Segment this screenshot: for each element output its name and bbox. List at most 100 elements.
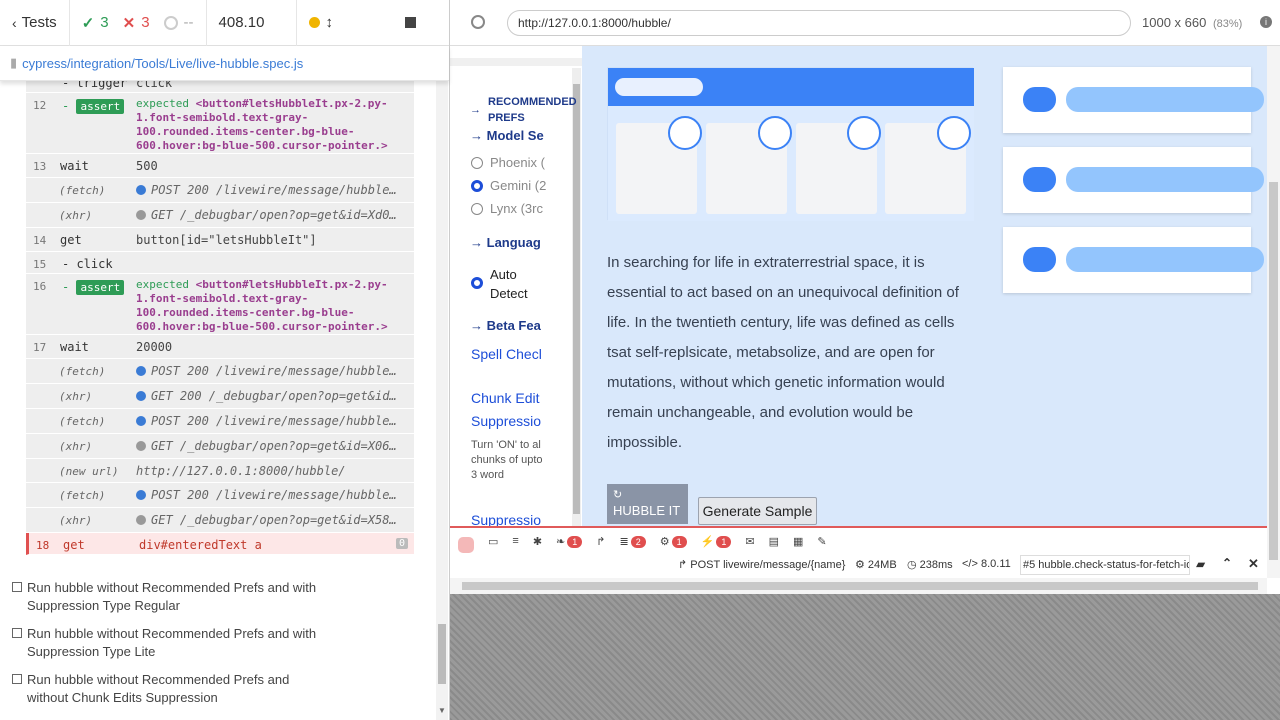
chunk-edit-option[interactable]: Chunk Edit Suppressio <box>471 387 551 433</box>
command-row[interactable]: 15 - click <box>26 252 414 274</box>
tests-button[interactable]: ‹ Tests <box>0 0 70 46</box>
cache-icon[interactable]: ✎ <box>817 535 826 548</box>
command-name: - assert <box>62 99 125 114</box>
command-value: 20000 <box>136 340 173 354</box>
empty-viewport-area <box>450 594 1280 720</box>
command-row[interactable]: 12- assert expected <button#letsHubbleIt.… <box>26 93 414 166</box>
command-row[interactable]: (fetch) POST 200 /livewire/message/hubble… <box>26 178 414 203</box>
command-row[interactable]: (fetch) POST 200 /livewire/message/hubble… <box>26 359 414 384</box>
hubble-it-button[interactable]: ↻ HUBBLE IT <box>607 484 688 524</box>
spec-path-bar[interactable]: ▮ cypress/integration/Tools/Live/live-hu… <box>0 46 449 81</box>
stop-icon[interactable] <box>404 17 416 28</box>
runner-header: ‹ Tests ✓ 3 ✕ 3 -- 408.10 ↕ <box>0 0 449 46</box>
session-icon[interactable]: ▤ <box>769 535 779 548</box>
recommended-prefs-link[interactable]: → RECOMMENDED PREFS <box>470 94 577 126</box>
command-name: (fetch) <box>59 184 106 197</box>
debug-bar: ▭ ≡ ✱ ❧ 1 ↱ ≣ 2 ⚙ 1 ⚡ 1 ✉ ▤ ▦ ✎ ↱ POST livewire/message… <box>450 526 1267 578</box>
app-horizontal-scrollbar[interactable] <box>450 578 1267 594</box>
debug-time: ◷ 238ms <box>907 559 953 571</box>
log-scrollbar[interactable]: ▲ ▼ <box>436 46 448 720</box>
mail-icon[interactable]: ✉ <box>745 535 754 548</box>
log-scroll-thumb[interactable] <box>438 624 446 684</box>
model-option[interactable]: Phoenix ( <box>471 155 545 170</box>
spec-path[interactable]: cypress/integration/Tools/Live/live-hubb… <box>22 56 303 71</box>
command-log-panel: ‹ Tests ✓ 3 ✕ 3 -- 408.10 ↕ ▮ cypress/in… <box>0 0 450 720</box>
command-row[interactable]: 13 wait 500 <box>26 154 414 178</box>
radio-icon <box>471 203 483 215</box>
debugbar-logo-icon[interactable] <box>458 537 474 553</box>
arrow-right-icon: → <box>470 104 481 116</box>
test-item[interactable]: Run hubble without Recommended Prefs and… <box>12 579 332 615</box>
command-row[interactable]: (xhr) GET 200 /_debugbar/open?op=get&id… <box>26 384 414 409</box>
app-vertical-scrollbar[interactable] <box>1267 46 1280 578</box>
debug-request[interactable]: ↱ POST livewire/message/{name} <box>678 558 845 571</box>
chunk-edit-description: Turn 'ON' to al chunks of upto 3 word <box>471 439 543 481</box>
command-name: (xhr) <box>59 440 93 453</box>
close-icon[interactable]: ✕ <box>1248 556 1259 572</box>
command-row[interactable]: 16- assert expected <button#letsHubbleIt.… <box>26 274 414 347</box>
command-value: POST 200 /livewire/message/hubble… <box>136 488 408 502</box>
count-badge: 1 <box>671 535 687 548</box>
model-option[interactable]: Gemini (2 <box>471 178 546 193</box>
views-icon[interactable]: ❧ 1 <box>556 535 583 548</box>
checkbox-icon <box>12 582 22 592</box>
route-icon[interactable]: ↱ <box>596 535 605 548</box>
status-dot-icon <box>136 366 146 376</box>
test-item[interactable]: Run hubble without Recommended Prefs and… <box>12 625 332 661</box>
command-row[interactable]: (fetch) POST 200 /livewire/message/hubble… <box>26 483 414 508</box>
request-select[interactable]: #5 hubble.check-status-for-fetch-id <box>1020 555 1190 575</box>
models-icon[interactable]: ⚙ 1 <box>660 535 687 548</box>
command-name: get <box>63 538 85 552</box>
command-name: (fetch) <box>59 365 106 378</box>
command-row[interactable]: (xhr) GET /_debugbar/open?op=get&id=Xd0… <box>26 203 414 228</box>
command-value: POST 200 /livewire/message/hubble… <box>136 183 408 197</box>
status-dot-icon <box>136 185 146 195</box>
queries-icon[interactable]: ≣ 2 <box>620 535 646 548</box>
generate-sample-button[interactable]: Generate Sample <box>698 497 817 525</box>
command-name: (xhr) <box>59 390 93 403</box>
command-row[interactable]: (new url) http://127.0.0.1:8000/hubble/ <box>26 459 414 483</box>
status-dot-icon <box>136 515 146 525</box>
command-row[interactable]: 14 get button[id="letsHubbleIt"] <box>26 228 414 252</box>
folder-icon[interactable]: ▰ <box>1196 557 1205 571</box>
app-frame: → RECOMMENDED PREFS → Model Se Phoenix (G… <box>450 46 1280 594</box>
auto-detect-radio[interactable] <box>471 277 483 289</box>
count-badge: 1 <box>716 535 732 548</box>
command-value: GET /_debugbar/open?op=get&id=X06… <box>136 439 408 453</box>
messages-icon[interactable]: ▭ <box>488 535 498 548</box>
url-input[interactable]: http://127.0.0.1:8000/hubble/ <box>507 10 1131 36</box>
debug-version: </> 8.0.11 <box>962 558 1011 570</box>
livewire-icon[interactable]: ⚡ 1 <box>701 535 732 548</box>
count-badge: 1 <box>567 535 583 548</box>
info-icon[interactable]: i <box>1260 16 1272 28</box>
command-row[interactable]: 18 get div#enteredText a 0 <box>26 533 414 555</box>
request-icon[interactable]: ▦ <box>793 535 803 548</box>
timeline-icon[interactable]: ≡ <box>512 535 518 547</box>
command-row[interactable]: (xhr) GET /_debugbar/open?op=get&id=X58… <box>26 508 414 533</box>
selector-playground-icon[interactable] <box>471 15 485 29</box>
sidebar-scrollbar[interactable] <box>572 68 581 526</box>
command-row[interactable]: 17 wait 20000 <box>26 335 414 359</box>
command-value: GET /_debugbar/open?op=get&id=Xd0… <box>136 208 408 222</box>
count-badge: 2 <box>630 535 646 548</box>
command-value: GET /_debugbar/open?op=get&id=X58… <box>136 513 408 527</box>
status-dot-icon <box>136 391 146 401</box>
command-name: wait <box>60 159 89 173</box>
test-item[interactable]: Run hubble without Recommended Prefs and… <box>12 671 332 707</box>
command-row[interactable]: (fetch) POST 200 /livewire/message/hubble… <box>26 409 414 434</box>
command-row[interactable]: (xhr) GET /_debugbar/open?op=get&id=X06… <box>26 434 414 459</box>
command-number: 18 <box>36 539 50 552</box>
command-row[interactable]: - trigger click <box>26 81 414 93</box>
status-dot-icon <box>136 490 146 500</box>
scroll-down-icon[interactable]: ▼ <box>438 706 446 715</box>
command-name: (new url) <box>59 465 119 478</box>
command-number: 16 <box>33 280 47 293</box>
model-option[interactable]: Lynx (3rc <box>471 201 543 216</box>
command-number: 13 <box>33 160 47 173</box>
auto-scroll-toggle[interactable]: ↕ <box>297 0 397 46</box>
chevron-up-icon[interactable]: ⌃ <box>1222 556 1232 570</box>
placeholder-card <box>1003 147 1264 213</box>
spell-check-option[interactable]: Spell Checl <box>471 346 542 362</box>
command-value: http://127.0.0.1:8000/hubble/ <box>136 464 346 478</box>
exceptions-icon[interactable]: ✱ <box>533 535 542 548</box>
